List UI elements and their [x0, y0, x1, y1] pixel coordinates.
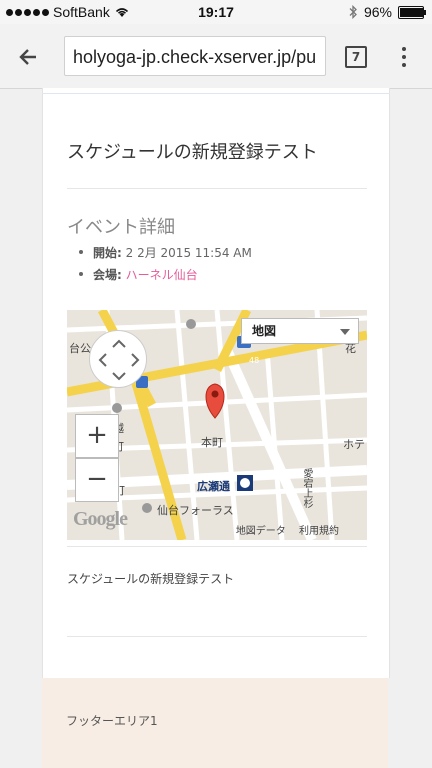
map-label-hote: ホテ — [343, 438, 365, 451]
start-label: 開始: — [93, 245, 122, 260]
battery-icon — [398, 5, 426, 19]
event-details-list: 開始: 2 2月 2015 11:54 AM 会場: ハーネル仙台 — [79, 241, 252, 285]
zoom-out-button[interactable]: − — [75, 458, 119, 502]
event-start-row: 開始: 2 2月 2015 11:54 AM — [79, 241, 252, 263]
post-title: スケジュールの新規登録テスト — [67, 142, 318, 163]
back-arrow-icon[interactable] — [14, 42, 44, 72]
map-attribution: 地図データ 利用規約 — [226, 522, 339, 537]
map-label-route: 48 — [249, 356, 260, 365]
map-pan-control[interactable] — [89, 330, 147, 388]
map-label-hirosedori: 広瀬通 — [197, 480, 230, 493]
event-description: スケジュールの新規登録テスト — [67, 572, 235, 586]
browser-toolbar: holyoga-jp.check-xserver.jp/pu 7 — [0, 24, 432, 89]
content-divider — [67, 636, 367, 637]
map-terms-link[interactable]: 利用規約 — [299, 526, 339, 537]
bullet-icon — [79, 272, 83, 276]
overflow-menu-icon[interactable] — [398, 44, 410, 70]
zoom-in-button[interactable]: + — [75, 414, 119, 458]
venue-label: 会場: — [93, 267, 122, 282]
map-label-dai-kou: 台公 — [69, 342, 91, 355]
map-data-link[interactable]: 地図データ — [236, 526, 286, 537]
url-bar[interactable]: holyoga-jp.check-xserver.jp/pu — [64, 36, 326, 76]
url-text: holyoga-jp.check-xserver.jp/pu — [73, 47, 317, 67]
start-value: 2 2月 2015 11:54 AM — [125, 245, 252, 260]
battery-percent: 96% — [363, 4, 392, 20]
venue-link[interactable]: ハーネル仙台 — [126, 266, 198, 283]
title-divider — [67, 188, 367, 189]
pan-arrows-icon[interactable] — [90, 331, 148, 389]
event-map[interactable]: 台公 越 町 本町 ホテ 花 48 広瀬通 台町 仙台フォーラス 愛宕上杉 地図… — [67, 310, 367, 540]
event-venue-row: 会場: ハーネル仙台 — [79, 263, 252, 285]
bullet-icon — [79, 250, 83, 254]
chevron-down-icon — [340, 329, 350, 335]
page-content: スケジュールの新規登録テスト イベント詳細 開始: 2 2月 2015 11:5… — [42, 88, 390, 678]
map-type-select[interactable]: 地図 — [241, 318, 359, 344]
status-right: 96% — [348, 4, 426, 20]
map-divider — [67, 546, 367, 547]
tab-switcher-button[interactable]: 7 — [345, 46, 367, 68]
map-label-atago: 愛宕上杉 — [301, 468, 312, 508]
map-label-honmachi: 本町 — [201, 436, 223, 449]
footer-area-label: フッターエリア1 — [66, 714, 158, 728]
top-divider — [43, 93, 389, 94]
map-label-sendai-forus: 仙台フォーラス — [157, 504, 234, 517]
footer-area: フッターエリア1 — [42, 678, 388, 768]
map-type-label: 地図 — [252, 324, 277, 338]
status-bar: SoftBank 19:17 96% — [0, 0, 432, 24]
google-logo: Google — [73, 508, 128, 530]
event-details-heading: イベント詳細 — [67, 217, 175, 238]
bluetooth-icon — [349, 5, 357, 19]
